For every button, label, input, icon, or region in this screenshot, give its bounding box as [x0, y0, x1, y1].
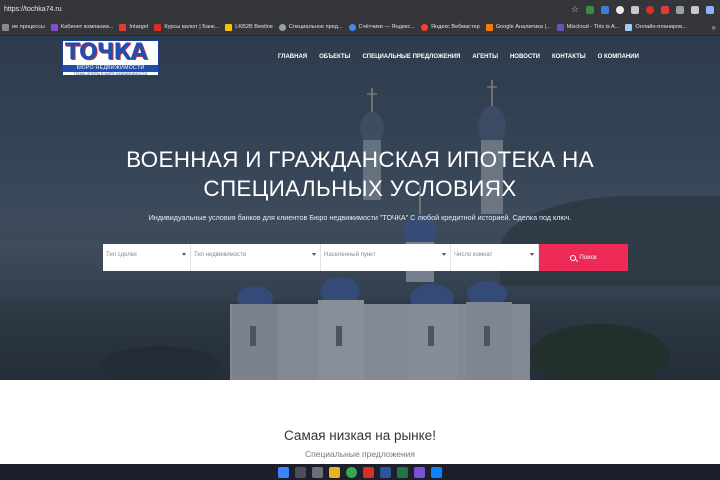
- app-icon[interactable]: [363, 466, 374, 478]
- bookmark-label: Онлайн-планиров...: [635, 24, 687, 30]
- chevron-down-icon: [530, 253, 534, 256]
- bookmark-favicon-icon: [2, 23, 9, 31]
- extension-icon[interactable]: [676, 5, 684, 14]
- property-type-select[interactable]: Тип недвижимости: [191, 244, 321, 271]
- bookmark-favicon-icon: [348, 23, 356, 31]
- bookmark-label: Miscloud - This is A...: [566, 24, 620, 30]
- toolbar-icons: ☆: [571, 5, 720, 14]
- bookmark-star-icon[interactable]: ☆: [571, 5, 579, 14]
- bookmark-label: Google Аналитика |...: [495, 24, 551, 30]
- bookmark-item[interactable]: LKB2B Beeline: [225, 23, 279, 31]
- bookmark-label: ие процессы: [12, 24, 45, 30]
- extension-icon[interactable]: [631, 5, 639, 14]
- hero-title-line: СПЕЦИАЛЬНЫХ УСЛОВИЯХ: [203, 176, 517, 201]
- bookmark-item[interactable]: Счётчики — Яндекс...: [348, 23, 421, 31]
- locality-select[interactable]: Населенный пункт: [321, 244, 451, 271]
- bookmark-favicon-icon: [556, 23, 564, 31]
- bookmark-favicon-icon: [278, 23, 286, 31]
- bookmark-item[interactable]: Кабинет компании...: [50, 23, 119, 31]
- bookmark-favicon-icon: [485, 23, 493, 31]
- search-icon: [570, 254, 577, 261]
- deal-type-select[interactable]: Тип сделки: [103, 244, 191, 271]
- chevron-down-icon: [442, 253, 446, 256]
- extension-icon[interactable]: [646, 5, 654, 14]
- extensions-puzzle-icon[interactable]: [691, 5, 699, 14]
- bookmark-label: Курсы валют | Банк...: [164, 24, 220, 30]
- file-explorer-icon[interactable]: [329, 466, 340, 478]
- pdf-icon[interactable]: [661, 5, 669, 14]
- bookmarks-bar: ие процессы Кабинет компании... Intarget…: [0, 19, 720, 36]
- special-offers-section: Самая низкая на рынке! Специальные предл…: [0, 380, 720, 464]
- task-view-icon[interactable]: [312, 466, 323, 478]
- bookmark-item[interactable]: Яндекс Вебмастер: [421, 23, 486, 31]
- hero-dark-overlay: [0, 36, 720, 380]
- address-bar[interactable]: https://tochka74.ru ☆: [0, 0, 720, 19]
- bookmark-label: Кабинет компании...: [60, 24, 114, 30]
- section-subtitle: Специальные предложения: [304, 449, 416, 459]
- bookmark-favicon-icon: [154, 23, 162, 31]
- section-title: Самая низкая на рынке!: [284, 428, 436, 443]
- site-logo[interactable]: ТОЧКА БЮРО НЕДВИЖИМОСТИ ТОЧКА ОПОРЫ В МИ…: [62, 40, 159, 76]
- bookmark-favicon-icon: [119, 23, 127, 31]
- extension-icon[interactable]: [601, 5, 609, 14]
- bookmark-label: Счётчики — Яндекс...: [358, 24, 415, 30]
- search-button[interactable]: Поиск: [539, 244, 628, 271]
- rooms-placeholder: Число комнат: [454, 251, 493, 258]
- bookmark-item[interactable]: Google Аналитика |...: [485, 23, 557, 31]
- nav-item-contacts[interactable]: КОНТАКТЫ: [546, 54, 592, 60]
- chevron-down-icon: [182, 253, 186, 256]
- search-icon[interactable]: [295, 466, 306, 478]
- hero-title: ВОЕННАЯ И ГРАЖДАНСКАЯ ИПОТЕКА НА СПЕЦИАЛ…: [0, 145, 720, 203]
- nav-item-about[interactable]: О КОМПАНИИ: [592, 54, 645, 60]
- bookmark-item[interactable]: ие процессы: [0, 23, 51, 31]
- bookmark-favicon-icon: [421, 23, 428, 31]
- folder-icon: [625, 23, 633, 31]
- os-taskbar: [0, 464, 720, 480]
- hero-subtitle: Индивидуальные условия банков для клиент…: [148, 213, 572, 222]
- extension-icon[interactable]: [616, 5, 624, 14]
- bookmark-item[interactable]: Miscloud - This is A...: [556, 23, 626, 31]
- bookmark-favicon-icon: [225, 23, 233, 31]
- bookmark-favicon-icon: [50, 23, 58, 31]
- bookmark-label: Яндекс Вебмастер: [431, 24, 480, 30]
- bookmark-label: LKB2B Beeline: [235, 24, 273, 30]
- search-button-label: Поиск: [579, 254, 597, 261]
- hero-section: ТОЧКА БЮРО НЕДВИЖИМОСТИ ТОЧКА ОПОРЫ В МИ…: [0, 36, 720, 380]
- bookmark-label: Intarget: [129, 24, 149, 30]
- extension-icon[interactable]: [586, 5, 594, 14]
- more-bookmarks-button[interactable]: »: [712, 23, 720, 32]
- excel-icon[interactable]: [397, 466, 408, 478]
- deal-type-placeholder: Тип сделки: [106, 251, 137, 258]
- url-text[interactable]: https://tochka74.ru: [0, 6, 571, 13]
- logo-band-text: БЮРО НЕДВИЖИМОСТИ: [63, 65, 158, 72]
- nav-item-agents[interactable]: АГЕНТЫ: [466, 54, 504, 60]
- logo-tagline: ТОЧКА ОПОРЫ В МИРЕ НЕДВИЖИМОСТИ: [73, 72, 148, 76]
- rooms-select[interactable]: Число комнат: [451, 244, 539, 271]
- chrome-icon[interactable]: [346, 466, 357, 478]
- nav-item-objects[interactable]: ОБЪЕКТЫ: [313, 54, 356, 60]
- locality-placeholder: Населенный пункт: [324, 251, 376, 258]
- property-search-form: Тип сделки Тип недвижимости Населенный п…: [103, 244, 628, 271]
- hero-title-line: ВОЕННАЯ И ГРАЖДАНСКАЯ ИПОТЕКА НА: [126, 147, 594, 172]
- bookmark-item[interactable]: Курсы валют | Банк...: [154, 23, 225, 31]
- bookmark-item[interactable]: Онлайн-планиров...: [625, 23, 692, 31]
- nav-item-special-offers[interactable]: СПЕЦИАЛЬНЫЕ ПРЕДЛОЖЕНИЯ: [356, 54, 466, 60]
- main-navigation: ГЛАВНАЯ ОБЪЕКТЫ СПЕЦИАЛЬНЫЕ ПРЕДЛОЖЕНИЯ …: [272, 54, 645, 60]
- bookmark-item[interactable]: Intarget: [119, 23, 154, 31]
- word-icon[interactable]: [380, 466, 391, 478]
- nav-item-news[interactable]: НОВОСТИ: [504, 54, 546, 60]
- bookmark-item[interactable]: Специальное пред...: [278, 23, 349, 31]
- logo-wordmark: ТОЧКА: [65, 40, 147, 65]
- property-type-placeholder: Тип недвижимости: [194, 251, 247, 258]
- telegram-icon[interactable]: [431, 466, 442, 478]
- side-panel-icon[interactable]: [706, 5, 714, 14]
- nav-item-home[interactable]: ГЛАВНАЯ: [272, 54, 313, 60]
- start-icon[interactable]: [278, 466, 289, 478]
- chevron-down-icon: [312, 253, 316, 256]
- bookmark-label: Специальное пред...: [288, 24, 343, 30]
- app-icon[interactable]: [414, 466, 425, 478]
